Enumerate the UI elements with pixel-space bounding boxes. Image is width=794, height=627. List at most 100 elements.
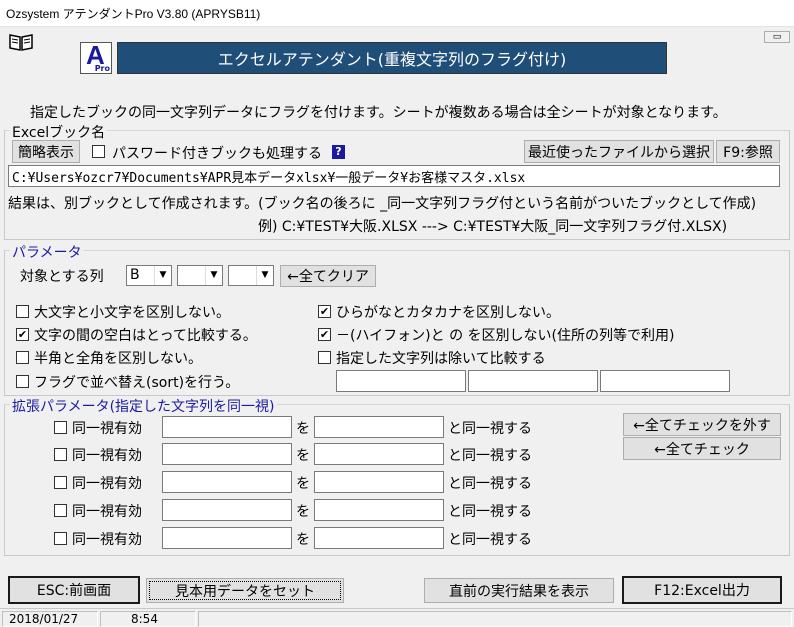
show-last-result-button[interactable]: 直前の実行結果を表示 <box>424 578 614 603</box>
equiv-from-field[interactable] <box>163 417 291 437</box>
equiv-suffix-label: と同一視する <box>448 448 532 464</box>
params-legend: パラメータ <box>10 242 84 262</box>
target-column-label: 対象とする列 <box>20 269 104 285</box>
option-hyphen-label[interactable]: －(ハイフォン)と の を区別しない(住所の列等で利用) <box>336 325 674 345</box>
option-exclude-label[interactable]: 指定した文字列は除いて比較する <box>336 348 546 368</box>
equiv-from-field[interactable] <box>163 472 291 492</box>
book-icon[interactable] <box>8 32 34 52</box>
window-title: Ozsystem アテンダントPro V3.80 (APRYSB11) <box>6 7 261 21</box>
equiv-wo-label: を <box>296 421 310 437</box>
app-logo: A Pro <box>80 40 112 74</box>
exclude-field-3[interactable] <box>601 371 729 391</box>
uncheck-all-button[interactable]: ←全てチェックを外す <box>623 413 781 436</box>
equiv-to-field[interactable] <box>315 528 443 548</box>
equiv-from-field[interactable] <box>163 444 291 464</box>
equiv-enable-checkbox[interactable] <box>54 421 67 434</box>
column-select-3[interactable]: ▼ <box>228 265 274 286</box>
equiv-to-field[interactable] <box>315 500 443 520</box>
simple-display-button[interactable]: 簡略表示 <box>12 140 80 163</box>
column-select-2[interactable]: ▼ <box>177 265 223 286</box>
option-sort-checkbox[interactable] <box>16 375 29 388</box>
exclude-input-2[interactable] <box>468 370 598 392</box>
equiv-enable-label[interactable]: 同一視有効 <box>72 445 142 465</box>
set-sample-data-button[interactable]: 見本用データをセット <box>146 578 344 603</box>
exclude-field-2[interactable] <box>469 371 597 391</box>
excel-output-button[interactable]: F12:Excel出力 <box>622 576 782 604</box>
page-description: 指定したブックの同一文字列データにフラグを付けます。シートが複数ある場合は全シー… <box>30 105 727 121</box>
esc-back-button[interactable]: ESC:前画面 <box>8 576 140 604</box>
equiv-to-input[interactable] <box>314 416 444 438</box>
minimize-button[interactable]: ▭ <box>764 31 790 43</box>
equiv-enable-checkbox[interactable] <box>54 448 67 461</box>
exclude-field-1[interactable] <box>337 371 465 391</box>
column-select-1[interactable]: B ▼ <box>126 265 172 286</box>
excel-book-legend: Excelブック名 <box>10 122 108 142</box>
browse-button[interactable]: F9:参照 <box>716 140 780 163</box>
chevron-down-icon: ▼ <box>256 266 273 285</box>
option-kana-checkbox[interactable]: ✔ <box>318 305 331 318</box>
password-checkbox[interactable] <box>92 145 105 158</box>
page-title: エクセルアテンダント(重複文字列のフラグ付け) <box>217 50 567 69</box>
equiv-enable-checkbox[interactable] <box>54 476 67 489</box>
option-case-label[interactable]: 大文字と小文字を区別しない。 <box>34 302 230 322</box>
equiv-from-input[interactable] <box>162 416 292 438</box>
equiv-suffix-label: と同一視する <box>448 532 532 548</box>
equiv-enable-label[interactable]: 同一視有効 <box>72 473 142 493</box>
chevron-down-icon: ▼ <box>205 266 222 285</box>
equiv-enable-label[interactable]: 同一視有効 <box>72 501 142 521</box>
password-checkbox-label[interactable]: パスワード付きブックも処理する <box>112 143 322 163</box>
option-sort-label[interactable]: フラグで並べ替え(sort)を行う。 <box>34 372 239 392</box>
recent-files-button[interactable]: 最近使ったファイルから選択 <box>524 140 714 163</box>
book-path-input[interactable] <box>8 165 780 187</box>
equiv-to-field[interactable] <box>315 472 443 492</box>
equiv-from-field[interactable] <box>163 500 291 520</box>
option-width-checkbox[interactable] <box>16 351 29 364</box>
equiv-suffix-label: と同一視する <box>448 504 532 520</box>
equiv-enable-label[interactable]: 同一視有効 <box>72 529 142 549</box>
status-time: 8:54 <box>100 611 196 627</box>
option-width-label[interactable]: 半角と全角を区別しない。 <box>34 348 202 368</box>
equiv-wo-label: を <box>296 504 310 520</box>
equiv-from-input[interactable] <box>162 499 292 521</box>
equiv-to-field[interactable] <box>315 444 443 464</box>
equiv-to-input[interactable] <box>314 527 444 549</box>
equiv-enable-checkbox[interactable] <box>54 504 67 517</box>
option-case-checkbox[interactable] <box>16 305 29 318</box>
equiv-to-input[interactable] <box>314 499 444 521</box>
option-kana-label[interactable]: ひらがなとカタカナを区別しない。 <box>336 302 560 322</box>
equiv-to-field[interactable] <box>315 417 443 437</box>
result-note-2: 例) C:¥TEST¥大阪.XLSX ---> C:¥TEST¥大阪_同一文字列… <box>258 219 728 235</box>
equiv-from-field[interactable] <box>163 528 291 548</box>
equiv-enable-checkbox[interactable] <box>54 532 67 545</box>
exclude-input-3[interactable] <box>600 370 730 392</box>
header-banner: エクセルアテンダント(重複文字列のフラグ付け) <box>117 42 667 74</box>
logo-sub: Pro <box>94 64 110 73</box>
status-empty <box>198 611 792 627</box>
option-space-checkbox[interactable]: ✔ <box>16 328 29 341</box>
equiv-from-input[interactable] <box>162 443 292 465</box>
exclude-input-1[interactable] <box>336 370 466 392</box>
equiv-to-input[interactable] <box>314 443 444 465</box>
clear-all-button[interactable]: ←全てクリア <box>280 265 376 287</box>
equiv-suffix-label: と同一視する <box>448 421 532 437</box>
equiv-wo-label: を <box>296 532 310 548</box>
equiv-to-input[interactable] <box>314 471 444 493</box>
option-exclude-checkbox[interactable] <box>318 351 331 364</box>
option-space-label[interactable]: 文字の間の空白はとって比較する。 <box>34 325 257 345</box>
equiv-from-input[interactable] <box>162 471 292 493</box>
book-path-field[interactable] <box>9 166 779 186</box>
minimize-icon: ▭ <box>772 32 782 42</box>
equiv-enable-label[interactable]: 同一視有効 <box>72 418 142 438</box>
status-bar: 2018/01/27 8:54 <box>0 608 794 627</box>
extended-legend: 拡張パラメータ(指定した文字列を同一視) <box>10 396 277 416</box>
equiv-from-input[interactable] <box>162 527 292 549</box>
status-date: 2018/01/27 <box>2 611 98 627</box>
column-select-1-value: B <box>130 267 140 283</box>
help-button[interactable]: ? <box>332 145 345 159</box>
check-all-button[interactable]: ←全てチェック <box>623 437 781 460</box>
title-bar: Ozsystem アテンダントPro V3.80 (APRYSB11) <box>0 0 794 27</box>
result-note-1: 結果は、別ブックとして作成されます。(ブック名の後ろに _同一文字列フラグ付とい… <box>8 196 757 212</box>
option-hyphen-checkbox[interactable]: ✔ <box>318 328 331 341</box>
chevron-down-icon: ▼ <box>154 266 171 285</box>
equiv-suffix-label: と同一視する <box>448 476 532 492</box>
